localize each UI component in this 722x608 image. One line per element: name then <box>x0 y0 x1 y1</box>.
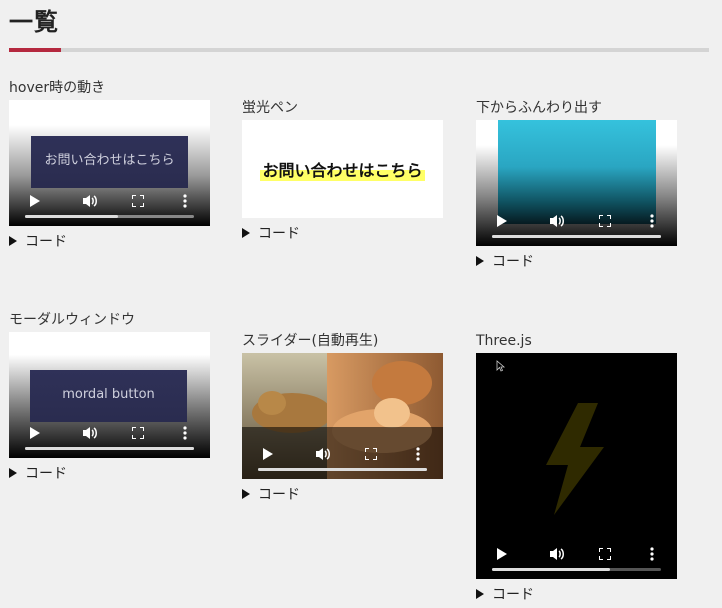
video-controls <box>242 427 443 479</box>
fullscreen-icon[interactable] <box>132 195 144 207</box>
code-toggle[interactable]: コード <box>476 585 677 603</box>
video-progress-fill <box>25 447 194 450</box>
triangle-right-icon <box>476 256 484 266</box>
page-title: 一覧 <box>9 8 59 36</box>
fullscreen-icon[interactable] <box>599 548 611 560</box>
code-toggle[interactable]: コード <box>242 224 443 242</box>
code-toggle-label: コード <box>25 466 67 482</box>
video-controls <box>476 194 677 246</box>
code-toggle-label: コード <box>258 487 300 503</box>
title-divider-accent <box>9 48 61 52</box>
video-player-fade[interactable] <box>476 120 677 246</box>
card-three: Three.js コード <box>476 331 677 603</box>
play-icon[interactable] <box>497 548 507 560</box>
card-hover: hover時の動き お問い合わせはこちら コード <box>9 78 210 250</box>
video-controls <box>9 174 210 226</box>
code-toggle-label: コード <box>492 587 534 603</box>
volume-icon[interactable] <box>549 214 565 228</box>
video-player-hover[interactable]: お問い合わせはこちら <box>9 100 210 226</box>
marker-preview: お問い合わせはこちら <box>242 120 443 218</box>
video-controls <box>9 406 210 458</box>
play-icon[interactable] <box>497 215 507 227</box>
volume-icon[interactable] <box>549 547 565 561</box>
triangle-right-icon <box>242 228 250 238</box>
volume-icon[interactable] <box>82 194 98 208</box>
fullscreen-icon[interactable] <box>365 448 377 460</box>
play-icon[interactable] <box>30 427 40 439</box>
code-toggle[interactable]: コード <box>476 252 677 270</box>
video-player-slider[interactable] <box>242 353 443 479</box>
play-icon[interactable] <box>263 448 273 460</box>
card-label-modal: モーダルウィンドウ <box>9 312 135 328</box>
play-icon[interactable] <box>30 195 40 207</box>
lightning-icon <box>546 403 604 515</box>
code-toggle[interactable]: コード <box>9 232 210 250</box>
code-toggle-label: コード <box>492 254 534 270</box>
volume-icon[interactable] <box>315 447 331 461</box>
marker-highlight-text: お問い合わせはこちら <box>260 157 425 181</box>
video-progress[interactable] <box>25 215 194 218</box>
more-options-icon[interactable] <box>416 447 420 461</box>
fullscreen-icon[interactable] <box>599 215 611 227</box>
video-progress-fill <box>25 215 118 218</box>
card-label-slider: スライダー(自動再生) <box>242 333 379 349</box>
code-toggle-label: コード <box>258 226 300 242</box>
triangle-right-icon <box>9 236 17 246</box>
title-divider <box>9 48 709 52</box>
more-options-icon[interactable] <box>650 214 654 228</box>
card-label-fade: 下からふんわり出す <box>476 100 602 116</box>
code-toggle[interactable]: コード <box>242 485 443 503</box>
card-label-hover: hover時の動き <box>9 80 106 96</box>
video-progress-fill <box>492 235 661 238</box>
video-progress[interactable] <box>258 468 427 471</box>
card-label-marker: 蛍光ペン <box>242 100 298 116</box>
fullscreen-icon[interactable] <box>132 427 144 439</box>
video-progress-fill <box>258 468 427 471</box>
code-toggle-label: コード <box>25 234 67 250</box>
code-toggle[interactable]: コード <box>9 464 210 482</box>
video-progress[interactable] <box>492 568 661 571</box>
video-player-modal[interactable]: mordal button <box>9 332 210 458</box>
video-progress-fill <box>492 568 611 571</box>
triangle-right-icon <box>242 489 250 499</box>
card-fade: 下からふんわり出す コード <box>476 98 677 270</box>
volume-icon[interactable] <box>82 426 98 440</box>
video-player-three[interactable] <box>476 353 677 579</box>
video-controls <box>476 527 677 579</box>
video-progress[interactable] <box>25 447 194 450</box>
card-modal: モーダルウィンドウ mordal button コード <box>9 310 210 482</box>
triangle-right-icon <box>9 468 17 478</box>
cursor-icon <box>496 360 506 372</box>
more-options-icon[interactable] <box>183 426 187 440</box>
more-options-icon[interactable] <box>650 547 654 561</box>
card-label-three: Three.js <box>476 333 532 349</box>
triangle-right-icon <box>476 589 484 599</box>
more-options-icon[interactable] <box>183 194 187 208</box>
card-slider: スライダー(自動再生) コード <box>242 331 443 503</box>
video-progress[interactable] <box>492 235 661 238</box>
card-marker: 蛍光ペン お問い合わせはこちら コード <box>242 98 443 242</box>
